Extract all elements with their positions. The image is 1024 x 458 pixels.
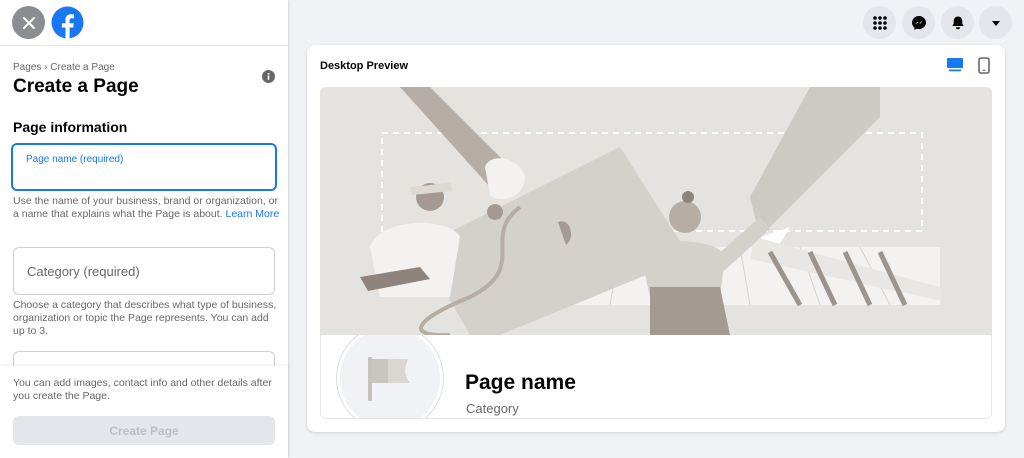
flag-icon — [368, 357, 410, 401]
profile-section: Page name Category — [320, 335, 992, 419]
menu-grid-icon — [872, 15, 887, 30]
footer-note: You can add images, contact info and oth… — [13, 377, 272, 402]
breadcrumb: Pages › Create a Page — [13, 62, 115, 73]
close-button[interactable] — [12, 6, 45, 39]
facebook-logo-icon — [51, 6, 84, 39]
page-name-input[interactable]: Page name (required) — [11, 143, 277, 191]
category-input[interactable]: Category (required) — [13, 247, 275, 295]
preview-page-name: Page name — [465, 371, 576, 394]
preview-title: Desktop Preview — [320, 60, 409, 72]
category-helper: Choose a category that describes what ty… — [13, 299, 277, 337]
page-title: Create a Page — [13, 76, 139, 97]
panel-footer: You can add images, contact info and oth… — [0, 366, 288, 458]
create-page-button[interactable]: Create Page — [13, 416, 275, 445]
account-dropdown-icon — [991, 20, 1000, 26]
facebook-logo[interactable] — [51, 6, 84, 39]
create-page-panel: Pages › Create a Page Create a Page Page… — [0, 0, 288, 458]
profile-picture — [337, 335, 443, 418]
learn-more-link[interactable]: Learn More — [225, 208, 279, 220]
desktop-icon — [947, 58, 963, 72]
panel-header — [0, 0, 288, 46]
info-icon[interactable] — [262, 70, 275, 83]
breadcrumb-create-page: Create a Page — [50, 62, 115, 73]
close-icon — [22, 16, 35, 29]
breadcrumb-separator: › — [44, 62, 48, 73]
category-label: Category (required) — [27, 264, 140, 279]
preview-page-category: Category — [466, 401, 519, 416]
page-name-helper: Use the name of your business, brand or … — [13, 195, 281, 221]
breadcrumb-pages[interactable]: Pages — [13, 62, 41, 73]
messenger-button[interactable] — [902, 6, 935, 39]
mobile-preview-toggle[interactable] — [977, 57, 991, 79]
messenger-icon — [911, 15, 926, 30]
page-name-label: Page name (required) — [26, 154, 124, 165]
cover-photo — [320, 87, 992, 335]
section-title: Page information — [13, 119, 128, 135]
account-button[interactable] — [979, 6, 1012, 39]
notifications-button[interactable] — [941, 6, 974, 39]
cover-illustration — [320, 87, 992, 335]
desktop-preview-toggle[interactable] — [946, 57, 964, 78]
notifications-bell-icon — [951, 16, 964, 29]
preview-card: Desktop Preview Page name Category — [307, 45, 1005, 432]
menu-button[interactable] — [863, 6, 896, 39]
mobile-icon — [978, 57, 990, 74]
